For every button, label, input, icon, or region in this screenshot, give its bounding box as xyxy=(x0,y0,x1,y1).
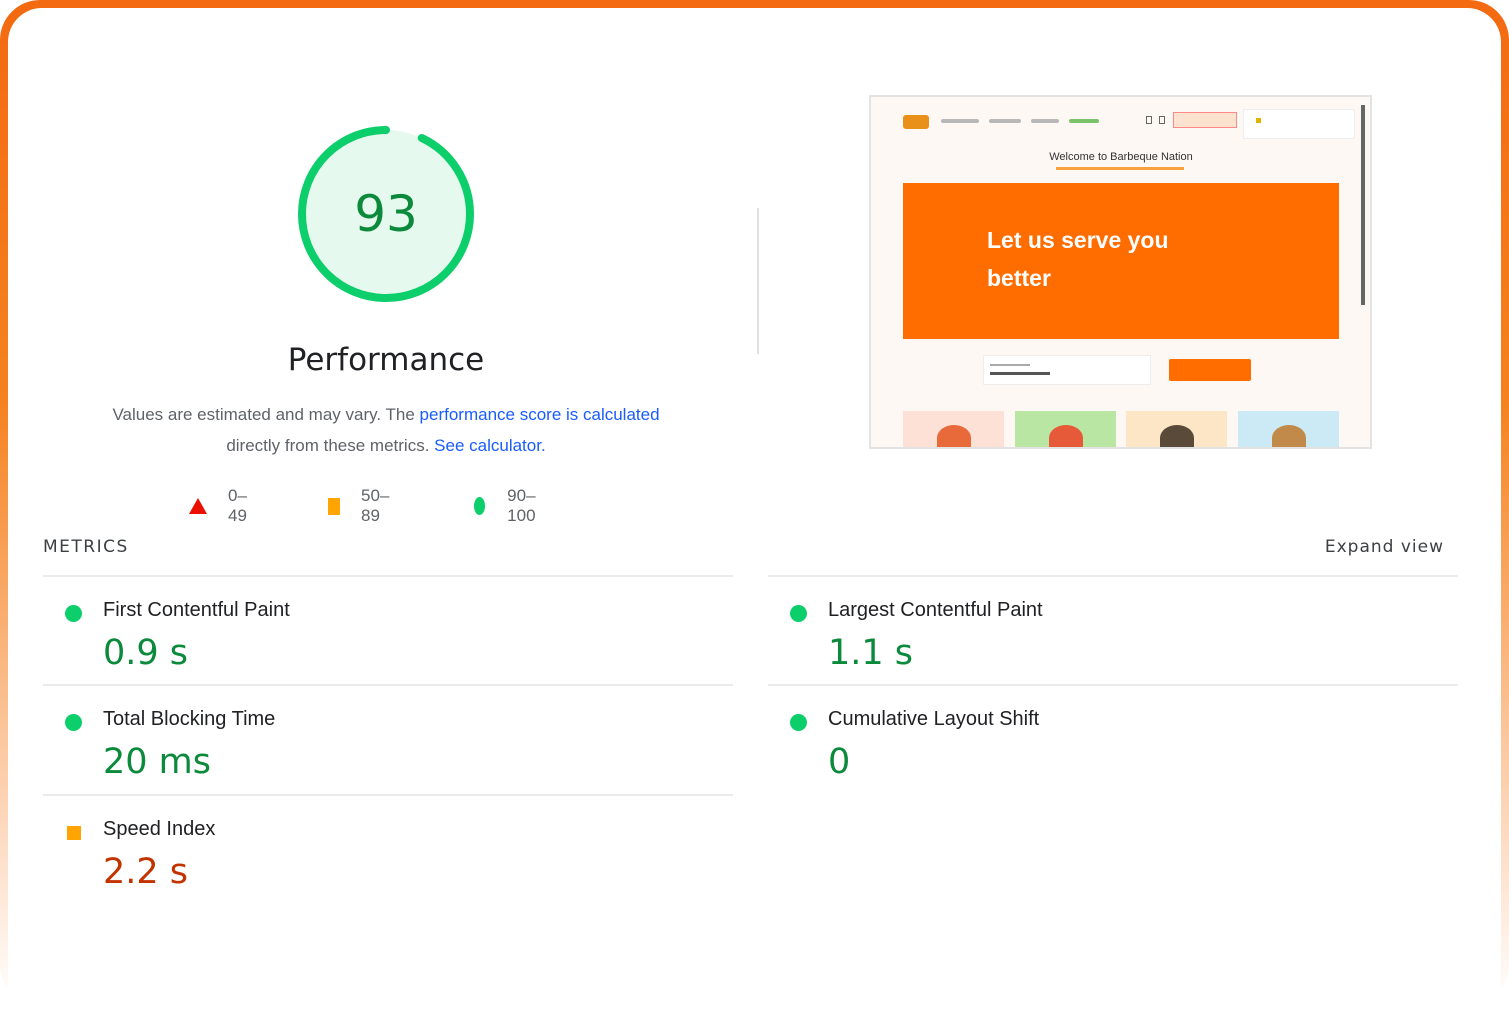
user-icon xyxy=(1146,116,1152,124)
thumb-nav-link xyxy=(941,119,979,123)
green-circle-icon xyxy=(65,605,82,622)
divider xyxy=(43,575,733,577)
score-description: Values are estimated and may vary. The p… xyxy=(68,399,704,461)
pass-indicator xyxy=(790,605,807,622)
pass-indicator xyxy=(65,714,82,731)
thumb-banner: Let us serve you better xyxy=(903,183,1339,339)
metric-value: 2.2 s xyxy=(103,852,189,892)
divider xyxy=(43,684,733,686)
metric-speed-index: Speed Index 2.2 s xyxy=(43,802,643,902)
divider xyxy=(43,794,733,796)
cart-icon xyxy=(1159,116,1165,124)
final-screenshot: Welcome to Barbeque Nation Let us serve … xyxy=(869,95,1372,449)
thumb-card xyxy=(1126,411,1227,447)
thumb-nav-link xyxy=(1031,119,1059,123)
legend-label: 50–89 xyxy=(361,486,390,525)
thumb-nav-link xyxy=(1069,119,1099,123)
thumb-card xyxy=(1015,411,1116,447)
metric-value: 1.1 s xyxy=(828,633,914,673)
metrics-header: METRICS xyxy=(43,537,129,557)
divider xyxy=(768,575,1458,577)
thumb-subtitle xyxy=(1056,167,1184,170)
logo xyxy=(903,115,929,129)
pass-indicator xyxy=(790,714,807,731)
banner-line-1: Let us serve you xyxy=(987,227,1169,253)
thumb-scrollbar xyxy=(1361,105,1365,305)
thumb-button xyxy=(1173,112,1237,128)
divider xyxy=(768,684,1458,686)
metric-first-contentful-paint: First Contentful Paint 0.9 s xyxy=(43,583,643,683)
gauge-title: Performance xyxy=(287,342,485,378)
score-value: 93 xyxy=(354,185,418,243)
thumb-notification xyxy=(1243,109,1355,139)
metric-value: 0 xyxy=(828,742,851,782)
description-text: Values are estimated and may vary. The xyxy=(112,405,420,424)
description-text-2: directly from these metrics. xyxy=(226,436,435,455)
thumb-nav-link xyxy=(989,119,1021,123)
legend-item-fail: 0–49 xyxy=(189,486,247,526)
thumb-card xyxy=(1238,411,1339,447)
metric-largest-contentful-paint: Largest Contentful Paint 1.1 s xyxy=(768,583,1368,683)
legend-item-pass: 90–100 xyxy=(474,486,542,526)
green-circle-icon xyxy=(790,714,807,731)
banner-line-2: better xyxy=(987,265,1051,291)
metric-name: Cumulative Layout Shift xyxy=(828,708,1040,730)
thumb-navbar xyxy=(871,97,1370,143)
thumb-card xyxy=(903,411,1004,447)
triangle-icon xyxy=(189,498,207,514)
score-calculated-link[interactable]: performance score is calculated xyxy=(420,405,660,424)
thumb-select xyxy=(983,355,1151,385)
thumb-welcome: Welcome to Barbeque Nation xyxy=(1049,151,1193,163)
metric-cumulative-layout-shift: Cumulative Layout Shift 0 xyxy=(768,692,1368,792)
metric-total-blocking-time: Total Blocking Time 20 ms xyxy=(43,692,643,792)
square-icon xyxy=(328,497,340,515)
metric-name: First Contentful Paint xyxy=(103,599,290,621)
legend-item-average: 50–89 xyxy=(328,486,394,526)
pass-indicator xyxy=(65,605,82,622)
green-circle-icon xyxy=(790,605,807,622)
orange-square-icon xyxy=(67,826,81,840)
metric-name: Speed Index xyxy=(103,818,216,840)
metric-value: 0.9 s xyxy=(103,633,189,673)
legend-label: 90–100 xyxy=(507,486,536,525)
legend-label: 0–49 xyxy=(228,486,247,525)
see-calculator-link[interactable]: See calculator. xyxy=(434,436,546,455)
thumb-go-button xyxy=(1169,359,1251,381)
circle-icon xyxy=(474,497,486,515)
green-circle-icon xyxy=(65,714,82,731)
metric-name: Total Blocking Time xyxy=(103,708,276,730)
vertical-divider xyxy=(757,208,759,354)
banner-text: Let us serve you better xyxy=(987,221,1247,297)
performance-gauge: 93 xyxy=(295,123,477,305)
report-panel: 93 Performance Values are estimated and … xyxy=(8,8,1501,1018)
average-indicator xyxy=(65,824,81,840)
metric-name: Largest Contentful Paint xyxy=(828,599,1043,621)
metric-value: 20 ms xyxy=(103,742,211,782)
expand-view-toggle[interactable]: Expand view xyxy=(1240,537,1444,557)
